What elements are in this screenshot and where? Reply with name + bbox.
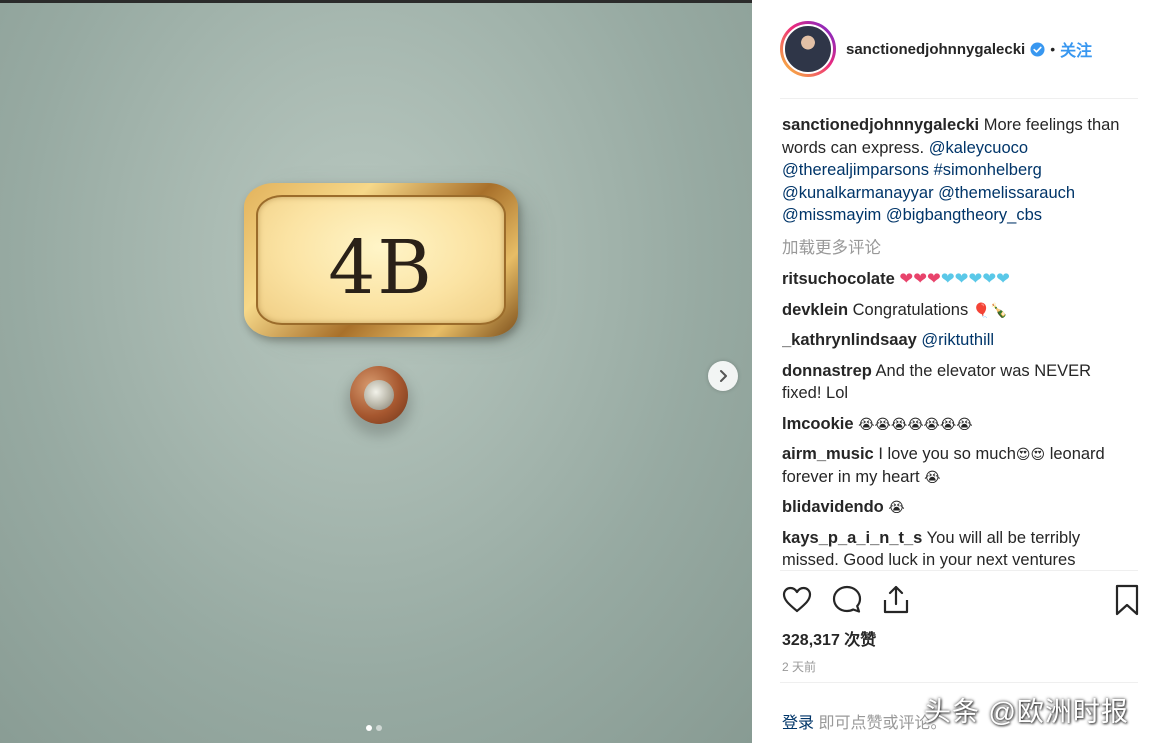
- avatar: [783, 24, 833, 74]
- comment-item: devklein Congratulations 🎈🍾: [782, 299, 1132, 322]
- comment-item: airm_music I love you so much😍😍 leonard …: [782, 443, 1132, 488]
- mention-link[interactable]: @kunalkarmanayyar: [782, 184, 934, 202]
- comment-item: ritsuchocolate ❤❤❤❤❤❤❤❤: [782, 268, 1132, 291]
- comment-username[interactable]: devklein: [782, 301, 848, 319]
- comment-username[interactable]: lmcookie: [782, 415, 854, 433]
- image-top-edge: [0, 0, 752, 3]
- bookmark-icon[interactable]: [1110, 583, 1144, 617]
- avatar-story-ring[interactable]: [780, 21, 836, 77]
- carousel-indicator: [366, 725, 382, 731]
- carousel-dot: [376, 725, 382, 731]
- post-image[interactable]: 4B: [0, 0, 752, 743]
- action-bar: [780, 570, 1139, 631]
- door-peephole: [350, 366, 408, 424]
- plaque-number: 4B: [328, 225, 434, 311]
- login-prompt-text: 登录 即可点赞或评论。: [782, 709, 946, 733]
- door-number-plaque: 4B: [244, 183, 518, 337]
- likes-count[interactable]: 328,317 次赞: [782, 626, 876, 650]
- follow-button[interactable]: 关注: [1060, 37, 1092, 61]
- comment-username[interactable]: _kathrynlindsaay: [782, 331, 917, 349]
- comment-emoji: 😭😭😭😭😭😭😭: [858, 415, 973, 432]
- peephole-lens: [364, 380, 394, 410]
- carousel-dot-active: [366, 725, 372, 731]
- chevron-right-icon: [720, 370, 727, 382]
- comment-username[interactable]: airm_music: [782, 445, 874, 463]
- caption-username[interactable]: sanctionedjohnnygalecki: [782, 116, 979, 134]
- header-username[interactable]: sanctionedjohnnygalecki: [846, 41, 1025, 58]
- header-bullet: •: [1050, 41, 1056, 57]
- comment-icon[interactable]: [830, 583, 864, 617]
- comment-emoji: 😭: [888, 499, 905, 515]
- comment-username[interactable]: ritsuchocolate: [782, 270, 895, 288]
- comment-emoji: ❤❤❤: [899, 270, 941, 288]
- post-caption: sanctionedjohnnygalecki More feelings th…: [782, 114, 1132, 227]
- comment-item: kays_p_a_i_n_t_s You will all be terribl…: [782, 527, 1132, 571]
- watermark: 头条 @欧洲时报: [924, 697, 1129, 727]
- mention-link[interactable]: @riktuthill: [921, 331, 994, 349]
- mention-link[interactable]: @missmayim: [782, 206, 881, 224]
- mention-link[interactable]: @themelissarauch: [938, 184, 1075, 202]
- comment-text: Congratulations: [852, 300, 969, 319]
- post-header: sanctionedjohnnygalecki • 关注: [780, 18, 1138, 99]
- hashtag-link[interactable]: #simonhelberg: [934, 161, 1042, 179]
- comments-list[interactable]: sanctionedjohnnygalecki More feelings th…: [782, 114, 1132, 570]
- comment-item: donnastrep And the elevator was NEVER fi…: [782, 360, 1132, 405]
- verified-icon: [1030, 41, 1045, 57]
- mention-link[interactable]: @bigbangtheory_cbs: [886, 206, 1042, 224]
- share-icon[interactable]: [879, 583, 913, 617]
- load-more-comments-button[interactable]: 加载更多评论: [782, 237, 1132, 260]
- comment-username[interactable]: donnastrep: [782, 362, 872, 380]
- post-timestamp: 2 天前: [782, 660, 817, 674]
- comment-emoji: 🎈🍾: [972, 301, 1008, 318]
- plaque-inner: 4B: [256, 195, 506, 325]
- next-image-button[interactable]: [708, 361, 738, 391]
- post-details-panel: sanctionedjohnnygalecki • 关注 sanctionedj…: [752, 0, 1154, 743]
- comment-emoji: ❤❤❤❤❤: [940, 270, 1010, 288]
- heart-icon[interactable]: [780, 583, 814, 617]
- comment-item: blidavidendo 😭: [782, 496, 1132, 519]
- comment-emoji: 😍😍: [1015, 446, 1046, 462]
- comment-username[interactable]: blidavidendo: [782, 498, 884, 516]
- mention-link[interactable]: @therealjimparsons: [782, 161, 929, 179]
- mention-link[interactable]: @kaleycuoco: [929, 139, 1028, 157]
- comment-text: I love you so much: [878, 445, 1016, 463]
- comment-username[interactable]: kays_p_a_i_n_t_s: [782, 529, 922, 547]
- comment-emoji: 😭: [924, 468, 941, 485]
- login-link[interactable]: 登录: [782, 715, 814, 732]
- comment-item: lmcookie 😭😭😭😭😭😭😭: [782, 413, 1132, 436]
- comment-item: _kathrynlindsaay @riktuthill: [782, 329, 1132, 352]
